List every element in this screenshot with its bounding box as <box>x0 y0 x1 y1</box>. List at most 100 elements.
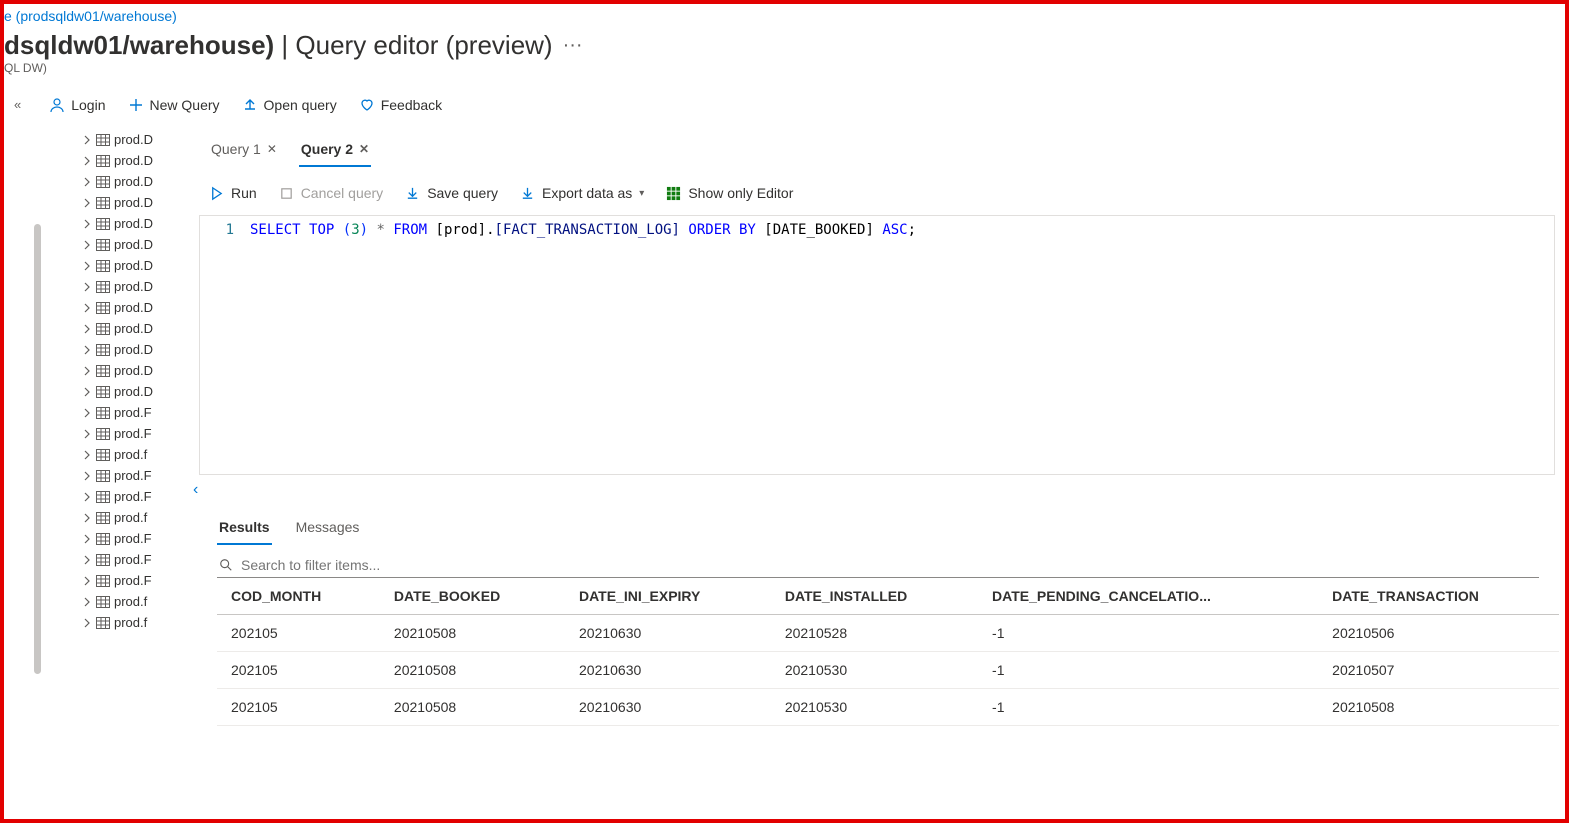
tree-item-label: prod.F <box>114 573 152 588</box>
table-cell: -1 <box>978 652 1318 689</box>
tree-item-label: prod.D <box>114 132 153 147</box>
login-label: Login <box>71 97 105 113</box>
more-actions-button[interactable]: ··· <box>563 34 583 57</box>
tree-item[interactable]: prod.D <box>4 381 179 402</box>
results-search[interactable] <box>217 555 1539 578</box>
tree-item[interactable]: prod.F <box>4 570 179 591</box>
tree-item[interactable]: prod.F <box>4 423 179 444</box>
results-search-input[interactable] <box>241 557 1539 573</box>
query-tab-label: Query 2 <box>301 141 353 157</box>
tree-item[interactable]: prod.D <box>4 129 179 150</box>
tree-item[interactable]: prod.F <box>4 486 179 507</box>
tree-item[interactable]: prod.D <box>4 318 179 339</box>
tree-item[interactable]: prod.D <box>4 192 179 213</box>
tree-item[interactable]: prod.f <box>4 612 179 633</box>
tree-item[interactable]: prod.D <box>4 360 179 381</box>
download-icon <box>405 186 420 201</box>
run-button[interactable]: Run <box>209 185 257 201</box>
chevron-down-icon: ▾ <box>639 188 644 199</box>
query-tab[interactable]: Query 1 ✕ <box>209 135 279 167</box>
breadcrumb-link[interactable]: e (prodsqldw01/warehouse) <box>4 4 1565 24</box>
tree-item-label: prod.D <box>114 384 153 399</box>
chevron-right-icon <box>82 366 92 376</box>
column-header[interactable]: DATE_INI_EXPIRY <box>565 578 771 615</box>
tree-item[interactable]: prod.f <box>4 591 179 612</box>
tree-item[interactable]: prod.F <box>4 528 179 549</box>
tree-item[interactable]: prod.D <box>4 150 179 171</box>
chevron-right-icon <box>82 219 92 229</box>
table-icon <box>96 323 110 335</box>
chevron-right-icon <box>82 408 92 418</box>
chevron-right-icon <box>82 240 92 250</box>
table-icon <box>96 176 110 188</box>
column-header[interactable]: DATE_PENDING_CANCELATIO... <box>978 578 1318 615</box>
collapse-sidebar-button[interactable]: « <box>8 95 27 114</box>
chevron-right-icon <box>82 597 92 607</box>
table-icon <box>96 554 110 566</box>
chevron-right-icon <box>82 492 92 502</box>
tree-item[interactable]: prod.F <box>4 465 179 486</box>
results-tabs: Results Messages <box>189 499 1559 545</box>
close-icon[interactable]: ✕ <box>267 142 277 156</box>
chevron-right-icon <box>82 345 92 355</box>
close-icon[interactable]: ✕ <box>359 142 369 156</box>
table-icon <box>96 134 110 146</box>
tree-item[interactable]: prod.D <box>4 255 179 276</box>
show-editor-button[interactable]: Show only Editor <box>666 185 793 201</box>
table-row[interactable]: 202105202105082021063020210528-120210506 <box>217 615 1559 652</box>
tree-item-label: prod.F <box>114 531 152 546</box>
table-row[interactable]: 202105202105082021063020210530-120210507 <box>217 652 1559 689</box>
collapse-results-button[interactable]: ‹ <box>189 475 209 499</box>
save-query-button[interactable]: Save query <box>405 185 498 201</box>
command-bar: « Login New Query Open query Feedback <box>4 81 1565 125</box>
column-header[interactable]: DATE_INSTALLED <box>771 578 978 615</box>
chevron-right-icon <box>82 513 92 523</box>
column-header[interactable]: DATE_TRANSACTION <box>1318 578 1559 615</box>
tab-messages[interactable]: Messages <box>294 515 362 545</box>
table-icon <box>96 491 110 503</box>
query-tab-label: Query 1 <box>211 141 261 157</box>
column-header[interactable]: DATE_BOOKED <box>380 578 565 615</box>
chevron-right-icon <box>82 429 92 439</box>
table-icon <box>96 155 110 167</box>
editor-gutter: 1 <box>200 216 246 474</box>
tree-item-label: prod.D <box>114 279 153 294</box>
tree-item[interactable]: prod.D <box>4 297 179 318</box>
table-icon <box>96 281 110 293</box>
table-icon <box>96 449 110 461</box>
table-cell: 20210506 <box>1318 615 1559 652</box>
feedback-button[interactable]: Feedback <box>359 97 442 113</box>
export-data-button[interactable]: Export data as ▾ <box>520 185 644 201</box>
query-tab[interactable]: Query 2 ✕ <box>299 135 371 167</box>
tab-results[interactable]: Results <box>217 515 272 545</box>
tree-item[interactable]: prod.D <box>4 234 179 255</box>
table-icon <box>96 386 110 398</box>
tree-item[interactable]: prod.D <box>4 339 179 360</box>
tree-item[interactable]: prod.f <box>4 444 179 465</box>
tree-item-label: prod.D <box>114 216 153 231</box>
object-explorer[interactable]: prod.Dprod.Dprod.Dprod.Dprod.Dprod.Dprod… <box>4 125 179 805</box>
tree-item-label: prod.D <box>114 153 153 168</box>
query-tabs: Query 1 ✕ Query 2 ✕ <box>189 125 1559 167</box>
cancel-query-label: Cancel query <box>301 185 384 201</box>
tree-item[interactable]: prod.f <box>4 507 179 528</box>
sql-editor[interactable]: 1 SELECT TOP (3) * FROM [prod].[FACT_TRA… <box>199 215 1555 475</box>
tree-item-label: prod.f <box>114 615 147 630</box>
editor-code[interactable]: SELECT TOP (3) * FROM [prod].[FACT_TRANS… <box>246 216 924 474</box>
chevron-right-icon <box>82 450 92 460</box>
table-icon <box>96 407 110 419</box>
chevron-right-icon <box>82 156 92 166</box>
tree-item[interactable]: prod.D <box>4 276 179 297</box>
table-row[interactable]: 202105202105082021063020210530-120210508 <box>217 689 1559 726</box>
new-query-button[interactable]: New Query <box>128 97 220 113</box>
login-button[interactable]: Login <box>49 97 105 113</box>
tree-item[interactable]: prod.F <box>4 402 179 423</box>
tree-item[interactable]: prod.F <box>4 549 179 570</box>
tree-item-label: prod.D <box>114 195 153 210</box>
open-query-button[interactable]: Open query <box>242 97 337 113</box>
tree-item[interactable]: prod.D <box>4 213 179 234</box>
tree-item[interactable]: prod.D <box>4 171 179 192</box>
column-header[interactable]: COD_MONTH <box>217 578 380 615</box>
table-icon <box>96 533 110 545</box>
stop-icon <box>279 186 294 201</box>
